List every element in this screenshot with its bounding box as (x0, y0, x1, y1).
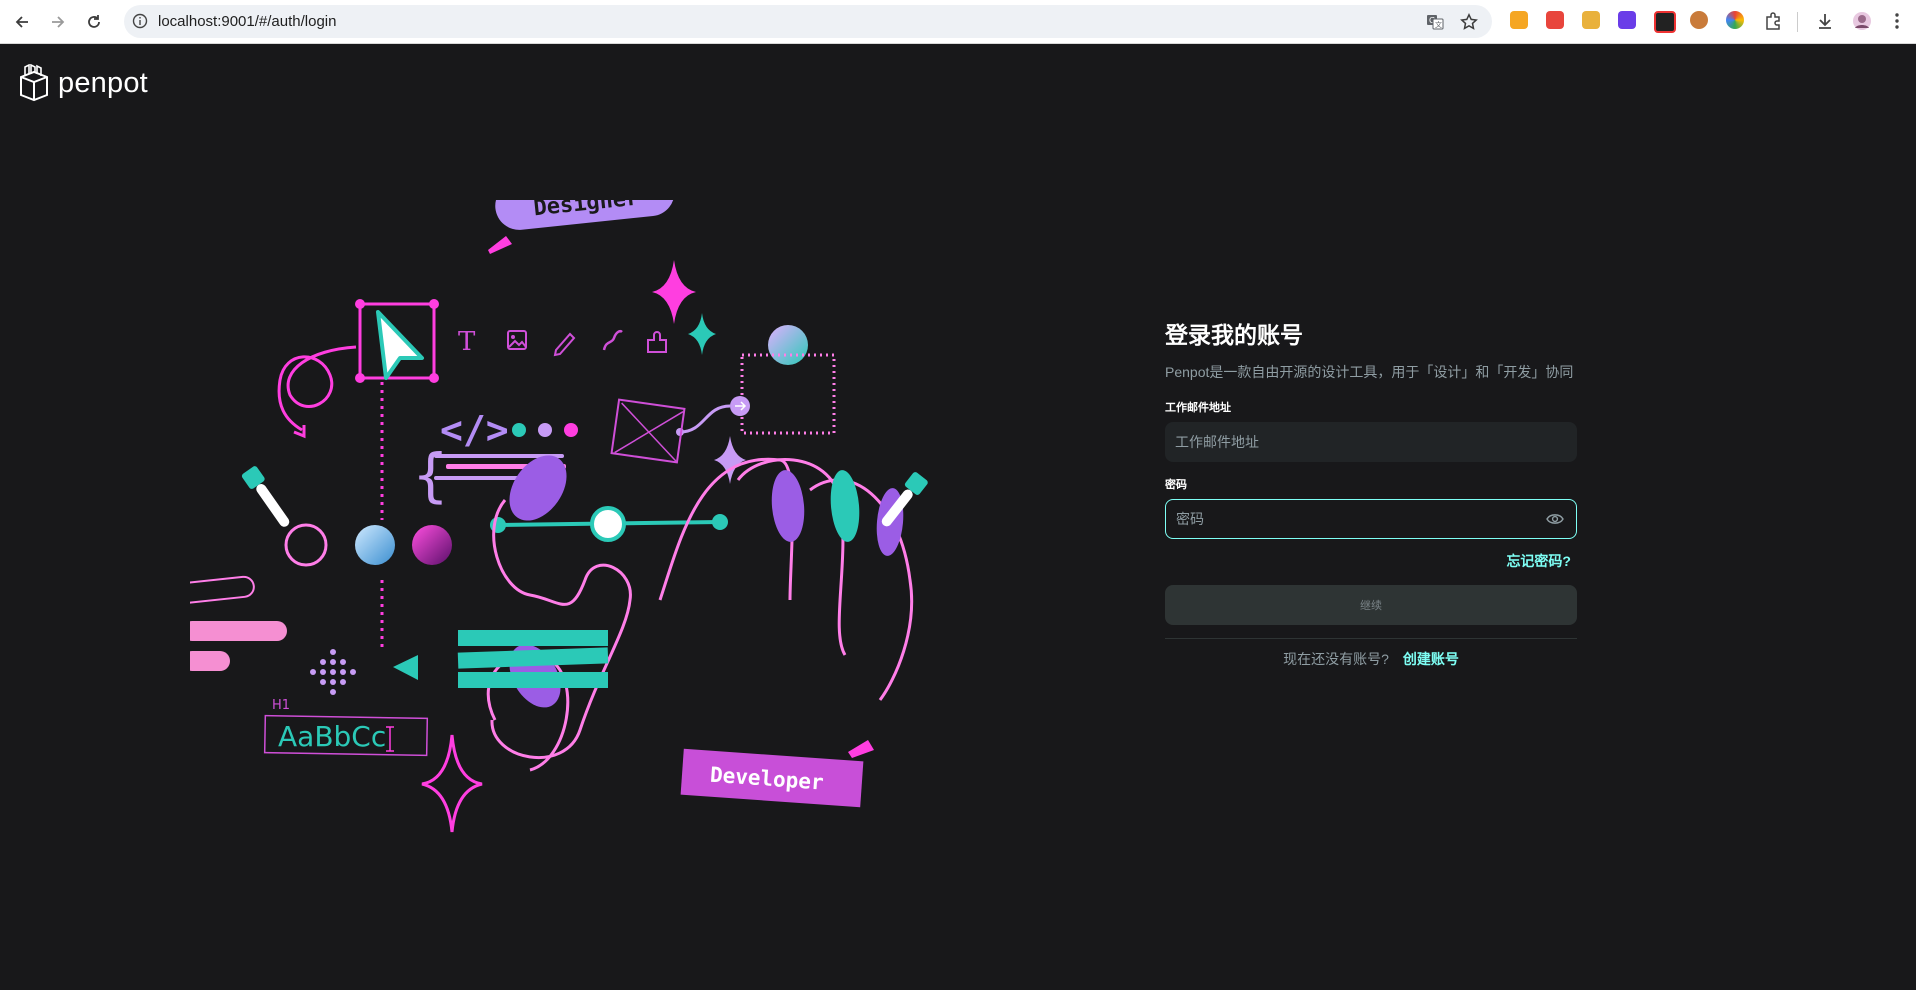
extension-icon[interactable] (1582, 11, 1600, 29)
pill-shape (190, 621, 287, 641)
penpot-logo-icon (20, 64, 48, 102)
outline-pill (190, 575, 255, 605)
show-password-icon[interactable] (1546, 512, 1564, 526)
password-field[interactable] (1166, 500, 1576, 538)
pill-shape (190, 651, 230, 671)
plugin-tool-icon (647, 331, 667, 353)
brace-glyph: { (412, 441, 449, 509)
sparkle-outline-shape (421, 734, 483, 833)
pencil-tool-icon (553, 332, 576, 357)
magenta-orb (412, 525, 452, 565)
forgot-password-link[interactable]: 忘记密码? (1165, 551, 1577, 571)
reload-icon[interactable] (82, 10, 106, 34)
extension-icon[interactable] (1726, 11, 1744, 29)
star-shape (688, 313, 716, 355)
extension-icon[interactable] (1618, 11, 1636, 29)
address-bar[interactable]: localhost:9001/#/auth/login G文 (124, 5, 1492, 38)
image-placeholder (610, 398, 686, 464)
login-form: 登录我的账号 Penpot是一款自由开源的设计工具，用于「设计」和「开发」协同 … (1165, 318, 1577, 669)
nail-shape (771, 470, 805, 542)
email-label: 工作邮件地址 (1165, 402, 1231, 414)
browser-toolbar: localhost:9001/#/auth/login G文 (0, 0, 1916, 44)
menu-dots-icon[interactable] (1886, 10, 1908, 32)
dot-grid-shape (310, 649, 356, 695)
extension-icon[interactable] (1690, 11, 1708, 29)
site-info-icon[interactable] (132, 13, 148, 29)
code-glyph: </> (440, 408, 509, 452)
form-divider (1165, 638, 1577, 639)
blue-orb (355, 525, 395, 565)
designer-badge: Designer (495, 200, 675, 230)
email-field-wrapper (1165, 422, 1577, 462)
extension-icon[interactable] (1546, 11, 1564, 29)
toolbar-divider (1797, 12, 1798, 32)
register-row: 现在还没有账号? 创建账号 (1165, 649, 1577, 669)
teal-text-block (457, 630, 609, 688)
extensions-puzzle-icon[interactable] (1762, 10, 1784, 32)
translate-icon[interactable]: G文 (1426, 13, 1444, 31)
email-field[interactable] (1165, 422, 1577, 462)
forward-icon[interactable] (46, 10, 70, 34)
password-field-wrapper (1165, 499, 1577, 539)
dotted-frame (740, 353, 836, 435)
back-icon[interactable] (10, 10, 34, 34)
curly-arrow-shape (277, 345, 357, 432)
extension-icon[interactable] (1510, 11, 1528, 29)
create-account-link[interactable]: 创建账号 (1403, 651, 1459, 667)
url-text[interactable]: localhost:9001/#/auth/login (158, 13, 336, 30)
developer-badge: Developer (680, 748, 864, 808)
profile-avatar[interactable] (1851, 10, 1873, 32)
path-tool-icon (602, 330, 623, 351)
downloads-icon[interactable] (1814, 10, 1836, 32)
logo-text: penpot (58, 66, 148, 99)
image-tool-icon (507, 330, 527, 350)
selection-cursor-box (355, 299, 439, 383)
extension-icon[interactable] (1654, 11, 1676, 33)
login-illustration: Designer T </> {H1 AaBbCc Developer (190, 200, 928, 833)
type-sample-text: AaBbCc (278, 720, 386, 753)
no-account-text: 现在还没有账号? (1283, 651, 1389, 667)
bookmark-star-icon[interactable] (1460, 13, 1478, 31)
pen-nib-shape (848, 740, 874, 758)
svg-text:文: 文 (1435, 20, 1442, 29)
password-label: 密码 (1165, 479, 1187, 491)
penpot-logo[interactable]: penpot (19, 64, 148, 102)
heading-tag: H1 (272, 698, 290, 713)
login-subtitle: Penpot是一款自由开源的设计工具，用于「设计」和「开发」协同 (1165, 364, 1574, 380)
pen-nib-shape (488, 236, 512, 254)
gradient-orb (768, 325, 808, 365)
eyedropper-shape (241, 466, 290, 527)
text-tool-icon: T (458, 327, 476, 357)
triangle-shape (393, 655, 418, 680)
login-title: 登录我的账号 (1165, 322, 1303, 348)
submit-button[interactable]: 继续 (1165, 585, 1577, 625)
star-shape (652, 260, 696, 324)
